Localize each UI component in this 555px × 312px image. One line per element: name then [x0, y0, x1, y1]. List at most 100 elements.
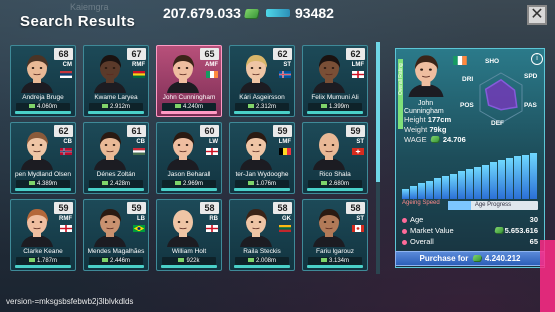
page-title: Search Results [20, 13, 136, 30]
player-grid: 68 CM Andreja Bruge 4.060m 67 RMF Kwame … [8, 42, 373, 274]
player-portrait [240, 132, 272, 170]
card-stripe [307, 265, 363, 268]
card-stripe [15, 111, 71, 114]
card-stripe [234, 188, 290, 191]
cash-icon [247, 181, 254, 186]
card-stripe [88, 265, 144, 268]
growth-bar [490, 162, 497, 199]
player-card[interactable]: 58 GK Raila Steckis 2.008m [229, 199, 295, 271]
player-portrait [94, 132, 126, 170]
wage-stat: WAGE 24.706 [404, 135, 466, 144]
card-stripe [234, 111, 290, 114]
close-button[interactable]: ✕ [527, 5, 547, 25]
norway-flag-icon [60, 148, 72, 155]
iceland-flag-icon [279, 71, 291, 78]
player-card[interactable]: 59 LB Mendes Magalhães 2.446m [83, 199, 149, 271]
player-card[interactable]: 68 CM Andreja Bruge 4.060m [10, 45, 76, 117]
growth-bar [530, 153, 537, 199]
card-stripe [88, 188, 144, 191]
player-rating: 59 [273, 125, 292, 137]
age-row: Age 30 [402, 215, 538, 225]
belgium-flag-icon [279, 148, 291, 155]
ireland-flag-icon [206, 71, 218, 78]
player-position: AMF [205, 62, 218, 68]
cash-icon [174, 104, 181, 109]
player-card[interactable]: 62 ST Kári Ásgeirsson 2.312m [229, 45, 295, 117]
attr-spd-label: SPD [524, 73, 538, 80]
bullet-icon [402, 217, 407, 223]
weight-stat: Weight 79kg [404, 125, 447, 134]
cash-icon [28, 258, 35, 263]
player-card[interactable]: 58 RB William Holt 922k [156, 199, 222, 271]
player-value: 4.240m [162, 103, 216, 111]
player-value: 922k [162, 257, 216, 265]
market-value-row: Market Value 5.653.616 [402, 226, 538, 236]
growth-bar [498, 160, 505, 199]
card-stripe [307, 188, 363, 191]
player-name: Andreja Bruge [22, 94, 64, 101]
player-name: ter-Jan Wydooghe [235, 171, 289, 178]
player-portrait [313, 55, 345, 93]
growth-bar [458, 171, 465, 199]
cash-icon [28, 181, 35, 186]
player-value: 2.446m [89, 257, 143, 265]
growth-bar [482, 164, 489, 199]
player-position: ST [356, 139, 364, 145]
canada-flag-icon [352, 225, 364, 232]
player-card[interactable]: 59 RMF Clarke Keane 1.787m [10, 199, 76, 271]
player-card[interactable]: 67 RMF Kwame Laryea 2.912m [83, 45, 149, 117]
attr-pas-label: PAS [524, 102, 537, 109]
player-position: GK [282, 216, 291, 222]
player-portrait [240, 55, 272, 93]
england-flag-icon [206, 148, 218, 155]
player-portrait [21, 209, 53, 247]
money-value: 207.679.033 [163, 5, 241, 21]
growth-bar [418, 182, 425, 199]
faded-text: Kaiemgra [70, 2, 109, 12]
player-card[interactable]: 62 LMF Felix Mumuni Ali 1.399m [302, 45, 368, 117]
player-card[interactable]: 65 AMF John Cunningham 4.240m [156, 45, 222, 117]
ageing-speed-label: Ageing Speed [402, 200, 440, 206]
cash-icon [472, 255, 482, 261]
attr-sho-label: SHO [485, 58, 500, 65]
player-card[interactable]: 60 LW Jason Beharall 2.969m [156, 122, 222, 194]
gems-counter: 93482 [266, 5, 334, 21]
player-position: CB [136, 139, 145, 145]
player-portrait [21, 132, 53, 170]
decorative-edge [540, 240, 555, 312]
player-position: CM [62, 62, 72, 68]
player-card[interactable]: 62 CB pen Mydland Olsen 4.389m [10, 122, 76, 194]
player-rating: 62 [273, 48, 292, 60]
scrollbar-thumb[interactable] [376, 42, 380, 182]
player-name: John Cunningham [162, 94, 216, 101]
player-name: Raila Steckis [243, 248, 281, 255]
player-card[interactable]: 58 ST Fariu lgarouz 3.134m [302, 199, 368, 271]
player-portrait [313, 209, 345, 247]
player-card[interactable]: 59 ST Rico Shala 2.680m [302, 122, 368, 194]
player-card[interactable]: 61 CB Dénes Zoltán 2.428m [83, 122, 149, 194]
player-card[interactable]: 59 LMF ter-Jan Wydooghe 1.076m [229, 122, 295, 194]
player-portrait [240, 209, 272, 247]
growth-bar [450, 173, 457, 199]
money-counter: 207.679.033 [163, 5, 259, 21]
player-detail-panel: Overall Rating John Cunningham i SHO DRI… [395, 48, 545, 268]
player-value: 2.312m [235, 103, 289, 111]
cash-icon [430, 136, 440, 142]
growth-bar-chart [400, 151, 542, 199]
cash-icon [101, 104, 108, 109]
player-rating: 67 [127, 48, 146, 60]
scrollbar[interactable] [376, 42, 380, 274]
card-stripe [15, 188, 71, 191]
growth-bar [434, 177, 441, 199]
purchase-button[interactable]: Purchase for 4.240.212 [395, 251, 545, 266]
player-rating: 62 [54, 125, 73, 137]
player-value: 4.060m [16, 103, 70, 111]
brazil-flag-icon [133, 225, 145, 232]
card-stripe [234, 265, 290, 268]
radar-fill [484, 78, 518, 111]
cash-icon [101, 258, 108, 263]
player-rating: 58 [346, 202, 365, 214]
gem-icon [266, 9, 290, 17]
player-position: LMF [351, 62, 364, 68]
player-position: ST [356, 216, 364, 222]
